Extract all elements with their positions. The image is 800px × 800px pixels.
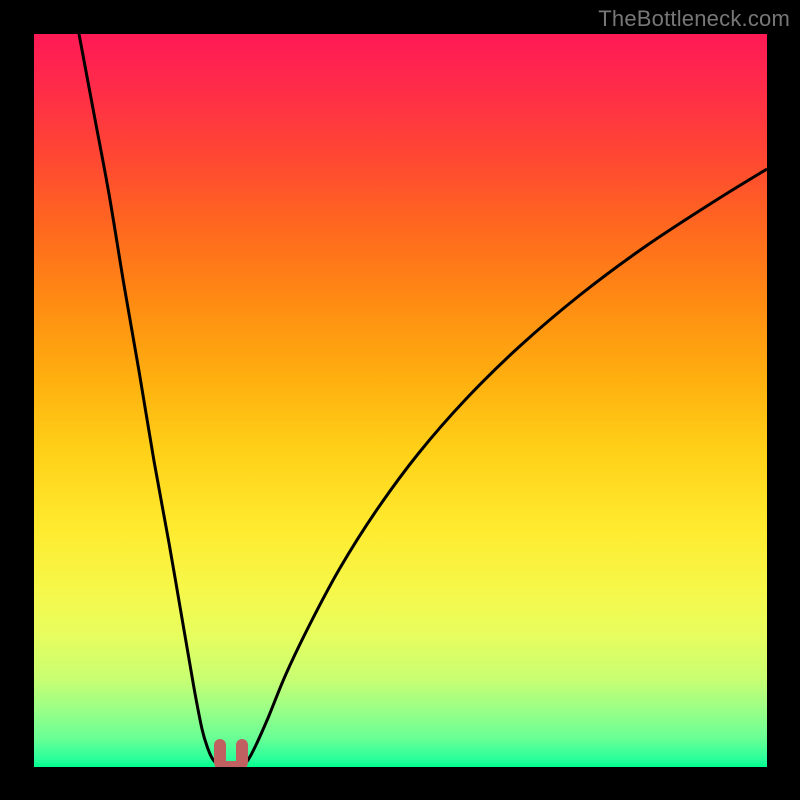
- right-curve: [242, 169, 767, 766]
- curve-layer: [34, 34, 767, 767]
- plot-area: [34, 34, 767, 767]
- watermark-text: TheBottleneck.com: [598, 6, 790, 32]
- bottleneck-u-marker: [220, 745, 242, 767]
- chart-frame: TheBottleneck.com: [0, 0, 800, 800]
- left-curve: [79, 34, 220, 766]
